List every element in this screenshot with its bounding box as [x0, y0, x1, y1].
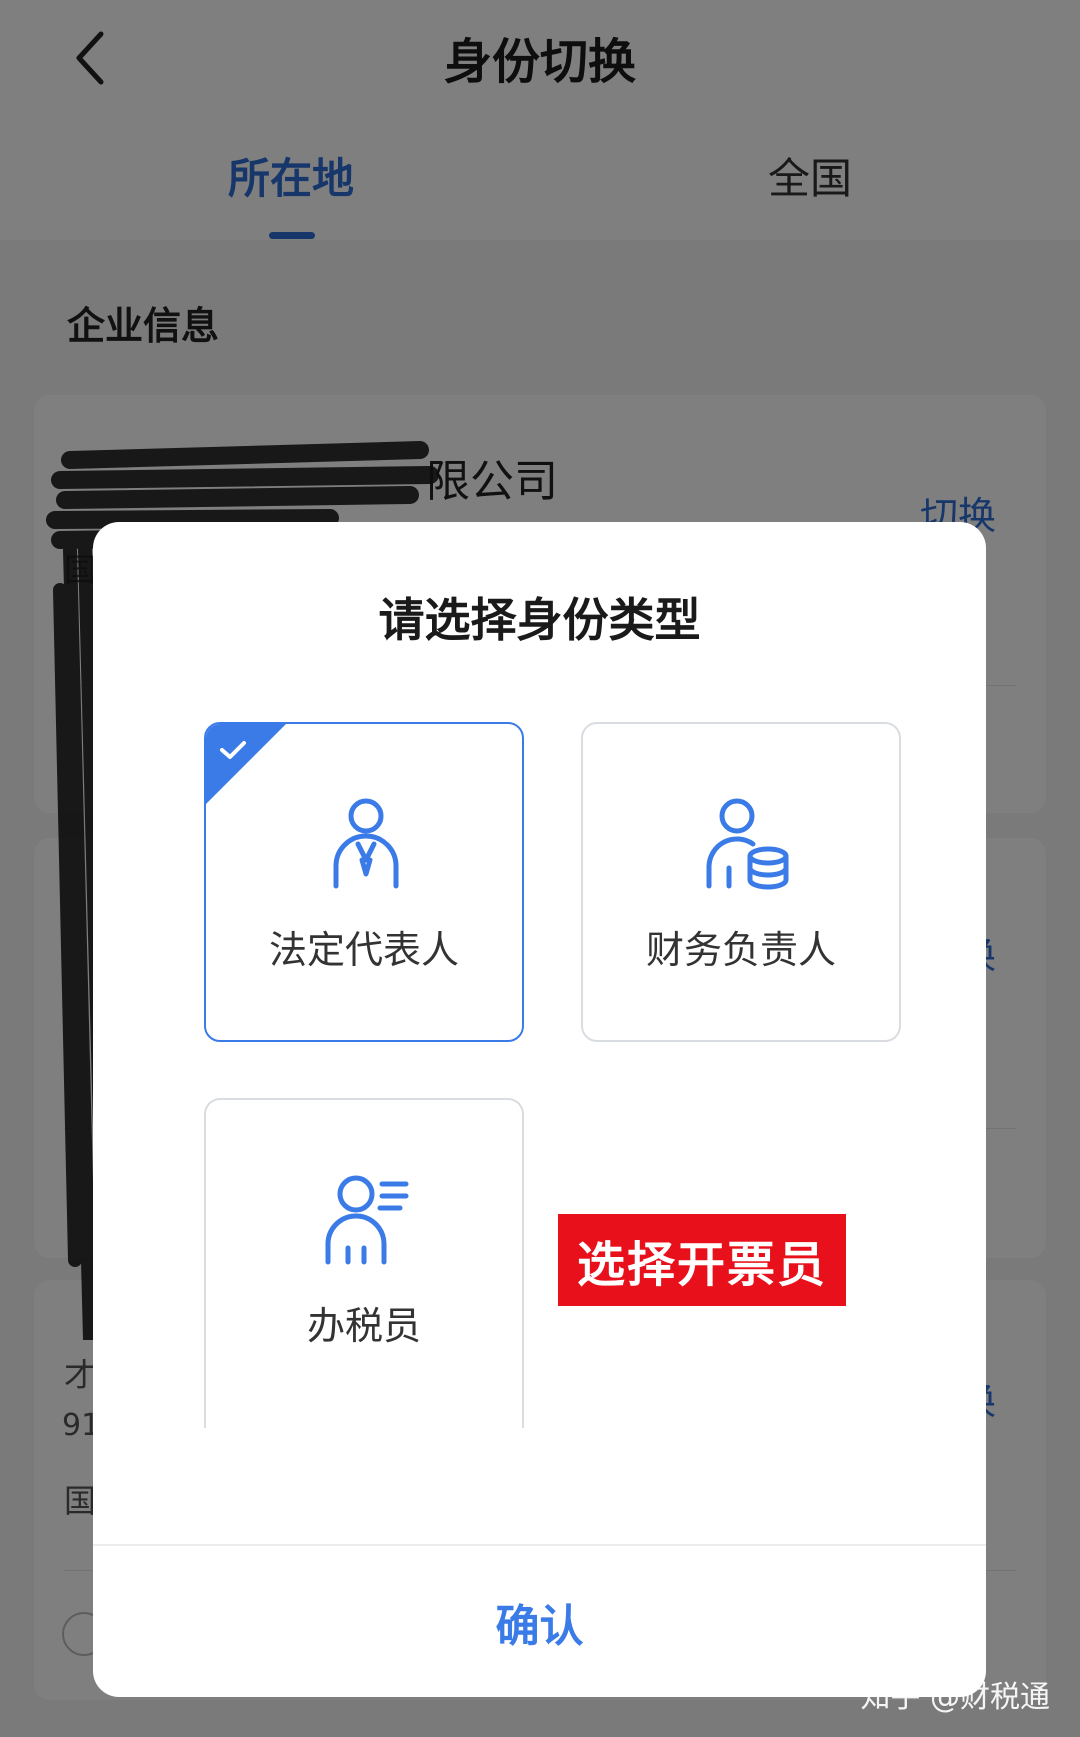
role-label: 办税员 — [306, 1304, 421, 1348]
role-label: 法定代表人 — [268, 928, 459, 972]
watermark: 知乎 @财税通 — [860, 1680, 1050, 1715]
annotation-badge: 选择开票员 — [558, 1214, 846, 1306]
check-corner-icon — [206, 724, 286, 804]
modal-title: 请选择身份类型 — [378, 593, 701, 647]
finance-manager-icon — [706, 798, 789, 890]
role-option-finance-manager[interactable]: 财务负责人 — [581, 722, 901, 1042]
role-option-tax-clerk[interactable]: 办税员 — [204, 1098, 524, 1428]
confirm-button[interactable]: 确认 — [93, 1546, 986, 1697]
role-option-legal-representative[interactable]: 法定代表人 — [204, 722, 524, 1042]
legal-person-icon — [333, 798, 399, 889]
annotation-text: 选择开票员 — [576, 1237, 827, 1293]
role-label: 财务负责人 — [645, 928, 836, 972]
identity-type-modal: 请选择身份类型 法定代表人 财务负责人 办税员 选择开票员 确认 — [93, 522, 986, 1697]
tax-clerk-icon — [325, 1175, 409, 1265]
